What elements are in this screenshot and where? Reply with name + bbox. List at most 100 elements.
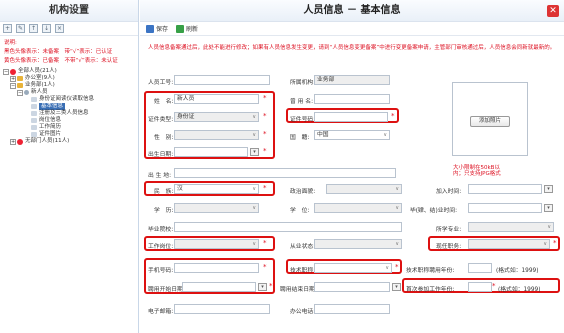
tree-node[interactable]: − 新人员 — [3, 89, 138, 96]
refresh-icon — [176, 24, 185, 33]
hire-start-input[interactable] — [182, 282, 256, 292]
tree-node[interactable]: 基本信息 — [3, 103, 138, 110]
dept-input[interactable]: 业务部 — [314, 75, 390, 85]
politics-select[interactable] — [326, 184, 402, 194]
page-icon — [31, 104, 37, 109]
tree-node[interactable]: + 无部门人员(11人) — [3, 138, 138, 145]
calendar-icon[interactable]: ▾ — [544, 185, 553, 193]
expand-icon[interactable]: + — [10, 75, 16, 82]
grad-time-label: 毕(肄、结)业时间: — [410, 208, 458, 214]
required-mark: * — [553, 239, 557, 247]
edu-label: 学 历: — [154, 208, 174, 214]
collapse-icon[interactable]: − — [3, 68, 9, 75]
calendar-icon[interactable]: ▾ — [250, 148, 259, 156]
required-mark: * — [492, 282, 496, 290]
main-toolbar: 保存 刷新 — [140, 22, 564, 36]
expand-icon[interactable]: + — [10, 138, 16, 145]
title-year-label: 技术职称聘用年份: — [406, 268, 455, 274]
first-work-hint: (格式如：1999) — [498, 287, 541, 293]
tree-node[interactable]: 注册及三类人员信息 — [3, 110, 138, 117]
tree-node[interactable]: 证件图片 — [3, 131, 138, 138]
country-select[interactable]: 中国 — [314, 130, 390, 140]
post-select[interactable] — [174, 239, 259, 249]
status-select[interactable] — [314, 239, 402, 249]
duty-select[interactable] — [468, 239, 550, 249]
collapse-icon[interactable]: − — [17, 89, 23, 96]
degree-select[interactable] — [314, 203, 402, 213]
tech-title-select[interactable] — [314, 263, 392, 273]
birthplace-label: 出 生 地: — [148, 173, 172, 179]
org-tree: − 全部人员(21人) + 办公室(9人) − 业务部(1人) − 新人员 身份证阅读仪读取信息… — [0, 66, 138, 145]
required-mark: * — [263, 147, 267, 155]
id-type-select[interactable]: 身份证 — [174, 112, 259, 122]
required-mark: * — [395, 263, 399, 271]
first-work-label: 首次参加工作年份: — [406, 287, 455, 293]
add-icon[interactable]: + — [3, 24, 12, 33]
page-icon — [31, 97, 37, 102]
birthplace-input[interactable] — [174, 168, 396, 178]
required-mark: * — [263, 263, 267, 271]
tree-node[interactable]: 工作简历 — [3, 124, 138, 131]
tree-node-label: 注册及三类人员信息 — [39, 110, 89, 116]
calendar-icon[interactable]: ▾ — [258, 283, 267, 291]
email-input[interactable] — [174, 304, 270, 314]
grad-time-input[interactable] — [468, 203, 542, 213]
left-toolbar: + ✎ ↑ ↓ × — [0, 22, 138, 36]
office-phone-input[interactable] — [314, 304, 390, 314]
hire-end-label: 聘用结束日期: — [280, 287, 317, 293]
move-down-icon[interactable]: ↓ — [42, 24, 51, 33]
school-label: 毕业院校: — [148, 227, 174, 233]
edu-select[interactable] — [174, 203, 259, 213]
ethnic-select[interactable]: 汉 — [174, 184, 259, 194]
used-name-input[interactable] — [314, 94, 390, 104]
required-mark: * — [269, 282, 273, 290]
page-icon — [31, 111, 37, 116]
title-year-input[interactable] — [468, 263, 492, 273]
required-mark: * — [391, 112, 395, 120]
staff-no-input[interactable] — [174, 75, 270, 85]
tree-node[interactable]: + 办公室(9人) — [3, 75, 138, 82]
name-label: 姓 名: — [154, 99, 174, 105]
tree-node-label: 证件图片 — [39, 131, 62, 137]
school-input[interactable] — [174, 222, 402, 232]
name-input[interactable]: 新人员 — [174, 94, 259, 104]
tree-node-label: 业务部(1人) — [25, 82, 55, 88]
calendar-icon[interactable]: ▾ — [544, 204, 553, 212]
required-mark: * — [263, 239, 267, 247]
country-label: 国 籍: — [290, 135, 310, 141]
mobile-input[interactable] — [174, 263, 259, 273]
save-icon — [146, 24, 154, 33]
calendar-icon[interactable]: ▾ — [392, 283, 401, 291]
major-select[interactable] — [468, 222, 554, 232]
save-button[interactable]: 保存 — [146, 24, 168, 33]
tree-node[interactable]: 岗位信息 — [3, 117, 138, 124]
refresh-button[interactable]: 刷新 — [176, 24, 198, 33]
tree-node[interactable]: 身份证阅读仪读取信息 — [3, 96, 138, 103]
required-mark: * — [263, 184, 267, 192]
join-time-input[interactable] — [468, 184, 542, 194]
staff-no-label: 人员工号: — [148, 80, 174, 86]
gender-select[interactable] — [174, 130, 259, 140]
first-work-input[interactable] — [468, 282, 492, 292]
collapse-icon[interactable]: − — [10, 82, 16, 89]
save-label: 保存 — [156, 26, 169, 33]
tree-node[interactable]: − 业务部(1人) — [3, 82, 138, 89]
edit-icon[interactable]: ✎ — [16, 24, 25, 33]
politics-label: 政治面貌: — [290, 189, 316, 195]
post-label: 工作岗位: — [148, 244, 174, 250]
tree-node-label: 岗位信息 — [39, 117, 62, 123]
office-phone-label: 办公电话: — [290, 309, 316, 315]
move-up-icon[interactable]: ↑ — [29, 24, 38, 33]
join-time-label: 加入时间: — [436, 189, 462, 195]
dept-label: 所属机构: — [290, 80, 316, 86]
birth-input[interactable] — [174, 147, 248, 157]
hire-end-input[interactable] — [314, 282, 390, 292]
major-label: 所学专业: — [436, 227, 462, 233]
delete-icon[interactable]: × — [55, 24, 64, 33]
hire-start-label: 聘用开始日期: — [148, 287, 185, 293]
close-button[interactable]: ✕ — [547, 5, 559, 17]
tree-node[interactable]: − 全部人员(21人) — [3, 68, 138, 75]
id-no-input[interactable] — [314, 112, 388, 122]
add-photo-button[interactable]: 添加照片 — [470, 116, 510, 127]
mobile-label: 手机号码: — [148, 268, 174, 274]
